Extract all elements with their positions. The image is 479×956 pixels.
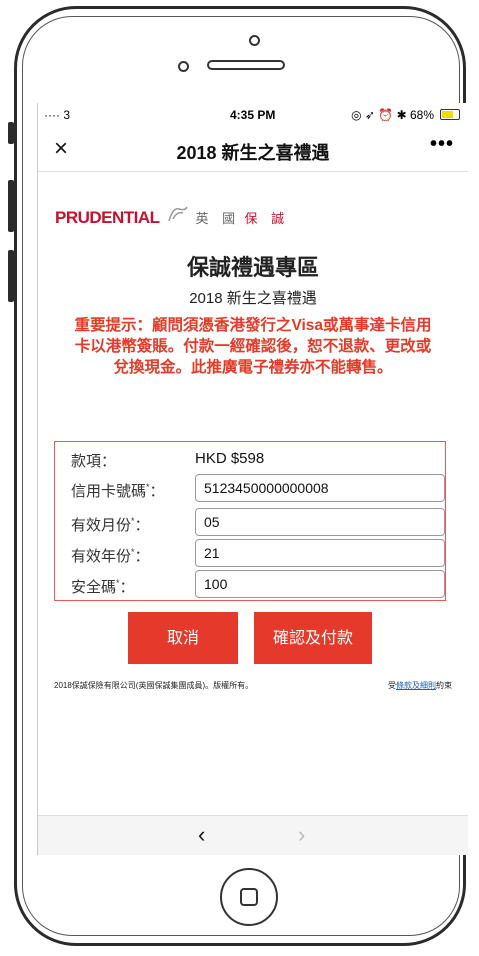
terms-link[interactable]: 條款及細則 <box>396 681 436 690</box>
cancel-button[interactable]: 取消 <box>128 612 238 664</box>
security-code-label: 安全碼*： <box>71 578 135 596</box>
page-title: 保誠禮遇專區 <box>186 255 319 280</box>
expiry-month-label: 有效月份*： <box>71 516 150 534</box>
logo-cn-black: 英 國 <box>195 211 241 226</box>
nav-title: 2018 新生之喜禮遇 <box>176 143 330 163</box>
volume-up-button <box>8 180 14 232</box>
expiry-month-input[interactable] <box>195 508 445 536</box>
status-time: 4:35 PM <box>230 108 276 122</box>
logo-wordmark: PRUDENTIAL <box>55 208 160 227</box>
card-number-input[interactable] <box>195 474 445 502</box>
battery-icon <box>440 109 460 120</box>
nav-bar: × 2018 新生之喜禮遇 ••• <box>38 127 468 172</box>
important-notice: 重要提示：顧問須憑香港發行之Visa或萬事達卡信用卡以港幣簽賬。付款一經確認後，… <box>74 317 432 376</box>
logo-emblem-icon <box>167 205 189 226</box>
logo-cn-red: 保 誠 <box>244 211 290 226</box>
card-number-label: 信用卡號碼*： <box>71 482 165 500</box>
signal-indicator: ···· 3 <box>44 108 70 122</box>
back-arrow-icon[interactable]: ‹ <box>198 822 205 848</box>
terms-notice: 受條款及細則約束 <box>388 681 452 690</box>
battery-fill <box>442 111 453 118</box>
home-square-icon <box>240 888 258 906</box>
amount-value: HKD $598 <box>195 450 265 467</box>
mute-switch <box>8 122 14 144</box>
security-code-input[interactable] <box>195 570 445 598</box>
amount-label: 款項： <box>71 453 117 470</box>
proximity-sensor <box>178 61 189 72</box>
volume-down-button <box>8 250 14 302</box>
payment-form: 款項： HKD $598 信用卡號碼*： 有效月份*： 有效年份*： 安全碼*： <box>54 441 446 601</box>
front-camera <box>249 35 260 46</box>
status-icons: ◎ ➶ ⏰ ✱ 68% <box>351 108 434 122</box>
copyright-text: 2018保誠保險有限公司(英國保誠集團成員)。版權所有。 <box>54 681 254 690</box>
browser-bottom-bar: ‹ › <box>38 815 468 855</box>
forward-arrow-icon[interactable]: › <box>298 822 305 848</box>
status-bar: ···· 3 4:35 PM ◎ ➶ ⏰ ✱ 68% <box>38 103 468 127</box>
earpiece-speaker <box>207 60 285 70</box>
prudential-logo: PRUDENTIAL 英 國 保 誠 <box>55 205 289 229</box>
expiry-year-input[interactable] <box>195 539 445 567</box>
phone-screen: ···· 3 4:35 PM ◎ ➶ ⏰ ✱ 68% × 2018 新生之喜禮遇… <box>37 103 468 855</box>
home-button[interactable] <box>220 868 278 926</box>
page-subtitle: 2018 新生之喜禮遇 <box>189 290 317 307</box>
expiry-year-label: 有效年份*： <box>71 547 150 565</box>
confirm-pay-button[interactable]: 確認及付款 <box>254 612 372 664</box>
more-options-icon[interactable]: ••• <box>430 133 454 156</box>
